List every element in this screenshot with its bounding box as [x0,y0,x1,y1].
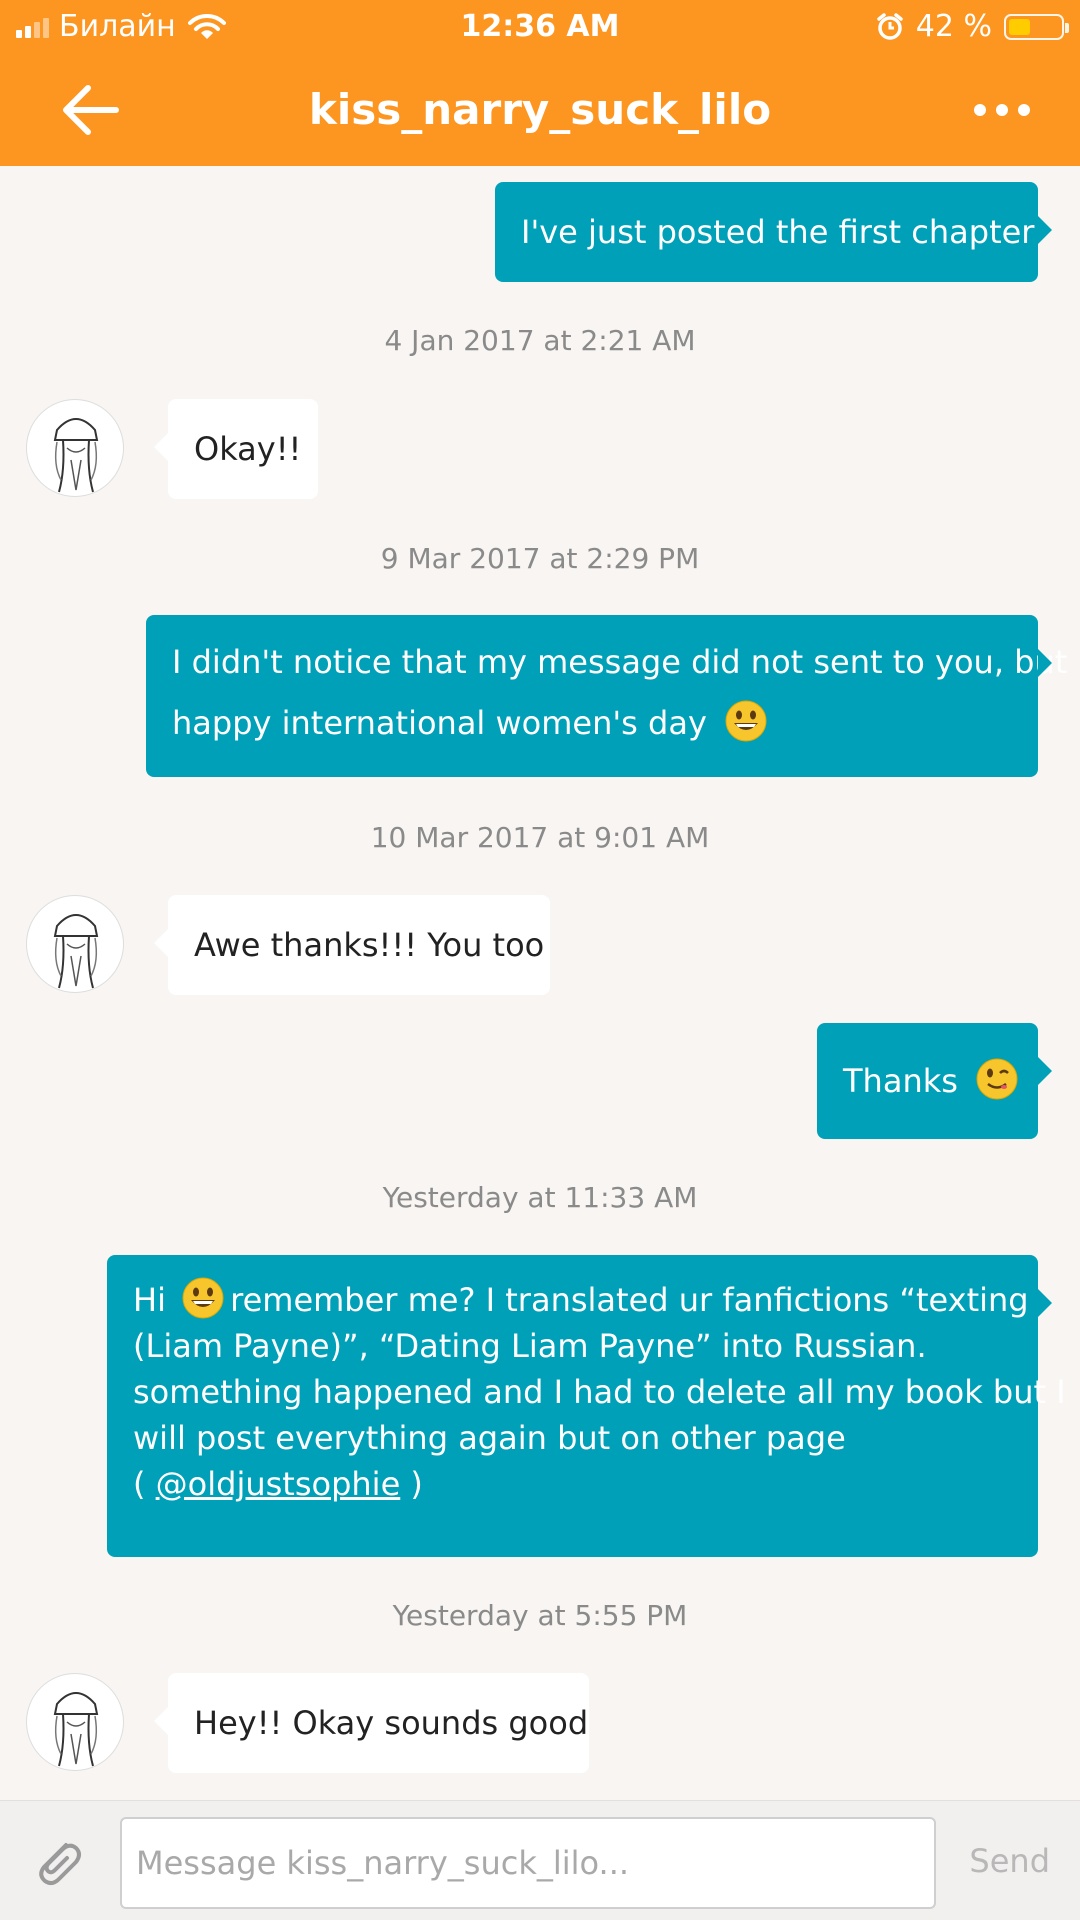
message-text: will post everything again but on other … [133,1419,846,1457]
message-text: Awe thanks!!! You too [194,926,545,964]
user-mention-link[interactable]: @oldjustsophie [156,1465,401,1503]
back-arrow-icon[interactable] [60,84,120,136]
avatar-sketch-image [53,1692,99,1767]
message-text: happy international women's day [172,704,707,742]
send-button[interactable]: Send [969,1831,1050,1891]
more-options-icon[interactable] [974,90,1030,130]
battery-icon [1004,14,1069,40]
outgoing-message[interactable]: Hi remember me? I translated ur fanficti… [107,1255,1066,1557]
message-text: (Liam Payne)”, “Dating Liam Payne” into … [133,1327,927,1365]
outgoing-message[interactable]: Thanks [817,1023,1052,1139]
grinning-face-emoji [182,1277,224,1319]
message-text: ( [133,1465,146,1503]
outgoing-message[interactable]: I didn't notice that my message did not … [146,615,1068,777]
message-text: Hey!! Okay sounds good [194,1704,589,1742]
avatar-sketch-image [53,914,99,989]
grinning-face-emoji [725,700,767,742]
message-timestamp: Yesterday at 11:33 AM [382,1181,698,1214]
nav-bar: kiss_narry_suck_lilo [0,54,1080,166]
message-text: I didn't notice that my message did not … [172,643,1068,681]
avatar-sketch-image [53,418,99,493]
message-timestamp: 10 Mar 2017 at 9:01 AM [370,821,710,854]
paperclip-icon[interactable] [30,1833,86,1889]
message-text: Thanks [843,1062,958,1100]
message-timestamp: 9 Mar 2017 at 2:29 PM [380,542,700,575]
message-input[interactable] [120,1817,936,1909]
conversation-title: kiss_narry_suck_lilo [308,85,772,134]
message-text: ) [410,1465,423,1503]
message-composer: Send [0,1800,1080,1920]
message-text: Hi [133,1281,166,1319]
incoming-message[interactable]: Hey!! Okay sounds good [154,1673,589,1773]
status-bar: Билайн 12:36 AM 42 % [0,0,1080,54]
outgoing-message[interactable]: I've just posted the first chapter [495,182,1052,282]
message-timestamp: Yesterday at 5:55 PM [392,1599,688,1632]
avatar[interactable] [26,399,124,497]
message-thread[interactable]: I've just posted the first chapter 4 Jan… [0,166,1080,1800]
message-timestamp: 4 Jan 2017 at 2:21 AM [384,324,696,357]
message-text: something happened and I had to delete a… [133,1373,1066,1411]
message-text: remember me? I translated ur fanfictions… [230,1281,1029,1319]
incoming-message[interactable]: Okay!! [154,399,318,499]
winking-face-emoji [976,1058,1018,1100]
incoming-message[interactable]: Awe thanks!!! You too [154,895,550,995]
avatar[interactable] [26,895,124,993]
alarm-icon [877,13,903,40]
message-text: I've just posted the first chapter [521,213,1035,251]
message-text: Okay!! [194,430,302,468]
battery-percent: 42 % [915,9,992,44]
avatar[interactable] [26,1673,124,1771]
